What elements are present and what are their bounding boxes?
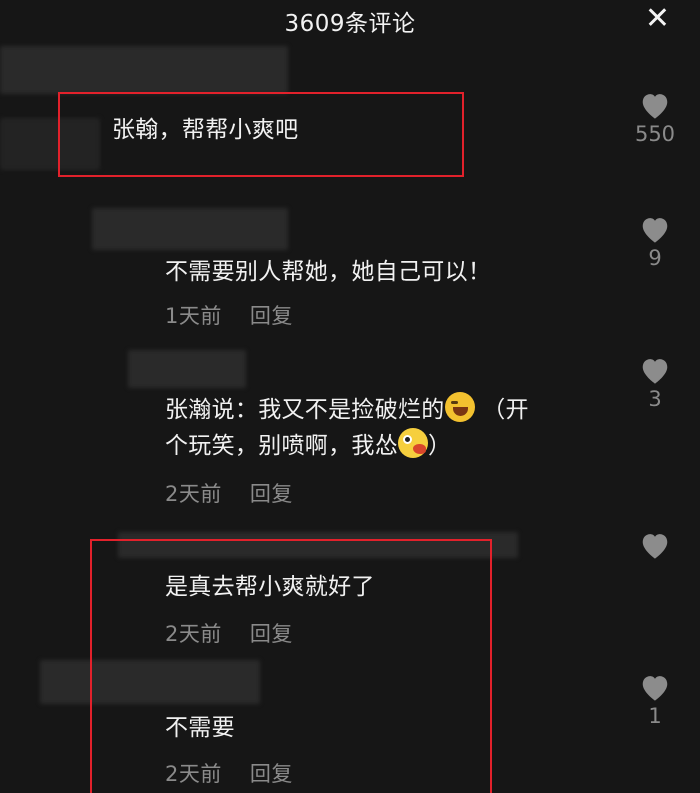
comment-time: 1天前 <box>165 304 222 328</box>
like-count: 9 <box>648 246 662 270</box>
like-count: 1 <box>648 704 662 728</box>
comment-text-part: （开 <box>482 397 529 423</box>
comment-text-part: 张瀚说：我又不是捡破烂的 <box>165 397 445 423</box>
comment-text: 不需要别人帮她，她自己可以！ <box>165 259 492 285</box>
heart-icon <box>642 94 668 119</box>
comment-text-part: 个玩笑，别喷啊，我怂 <box>165 433 398 459</box>
heart-icon <box>642 534 668 559</box>
like-count: 3 <box>648 387 662 411</box>
nauseated-emoji-icon <box>398 428 428 458</box>
blurred-username <box>92 208 288 250</box>
heart-icon <box>642 359 668 384</box>
like-button[interactable]: 550 <box>630 90 680 146</box>
like-button[interactable]: 3 <box>630 355 680 411</box>
blurred-username <box>128 350 246 388</box>
comment-text-part: ） <box>428 433 452 459</box>
comment-count-title: 3609条评论 <box>284 11 416 37</box>
like-count: 550 <box>634 122 676 146</box>
comment-meta: 2天前 回复 <box>165 478 293 508</box>
blurred-username <box>0 46 288 94</box>
highlight-box <box>90 539 492 793</box>
comment-meta: 1天前 回复 <box>165 300 293 330</box>
comment-time: 2天前 <box>165 482 222 506</box>
tears-of-joy-emoji-icon <box>444 392 475 422</box>
reply-button[interactable]: 回复 <box>250 304 293 328</box>
like-button[interactable]: 1 <box>630 672 680 728</box>
reply-button[interactable]: 回复 <box>250 482 293 506</box>
highlight-box <box>58 92 464 177</box>
heart-icon <box>642 676 668 701</box>
heart-icon <box>642 218 668 243</box>
close-icon[interactable]: ✕ <box>645 2 670 36</box>
like-button[interactable] <box>630 530 680 560</box>
comment-text: 张瀚说：我又不是捡破烂的 （开 个玩笑，别喷啊，我怂 ） <box>165 392 615 464</box>
like-button[interactable]: 9 <box>630 214 680 270</box>
